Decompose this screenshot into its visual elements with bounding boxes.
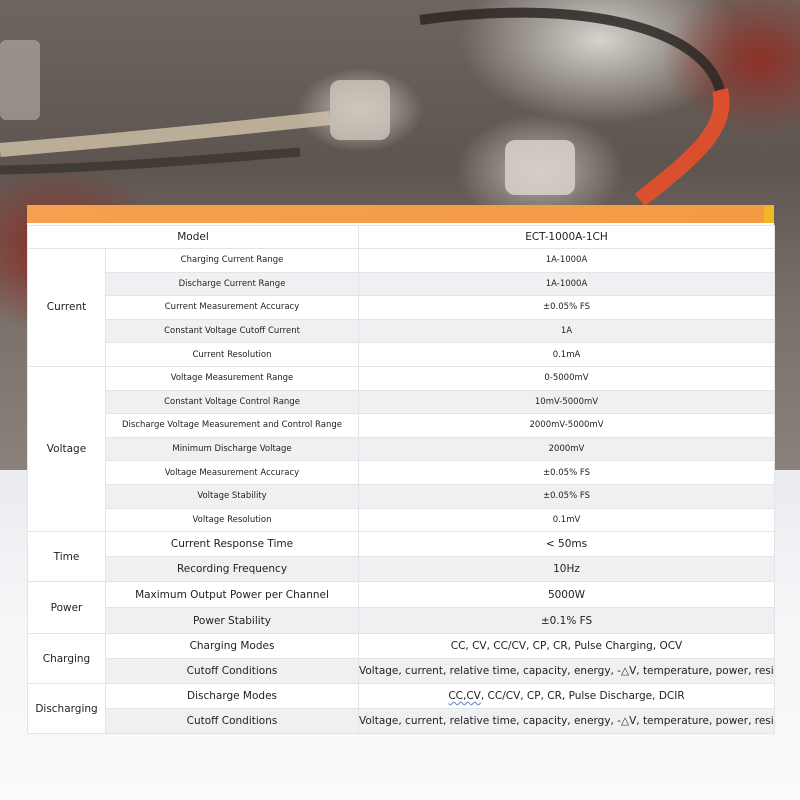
category-power: Power <box>27 581 106 635</box>
param-value: CC,CV, CC/CV, CP, CR, Pulse Discharge, D… <box>358 683 775 710</box>
table-row: Minimum Discharge Voltage 2000mV <box>28 436 775 462</box>
spellcheck-underlined-text: CC,CV <box>448 690 481 703</box>
category-charging: Charging <box>27 633 106 685</box>
param-value: Voltage, current, relative time, capacit… <box>358 708 775 735</box>
param-label: Cutoff Conditions <box>105 658 359 685</box>
param-value: Voltage, current, relative time, capacit… <box>358 658 775 685</box>
table-row: Voltage Stability ±0.05% FS <box>28 483 775 509</box>
table-row: Time Current Response Time < 50ms <box>27 531 775 583</box>
param-value: 2000mV <box>358 436 775 462</box>
table-row: Current Measurement Accuracy ±0.05% FS <box>28 295 775 320</box>
param-value: 2000mV-5000mV <box>358 413 775 438</box>
category-discharging: Discharging <box>27 683 106 735</box>
param-label: Current Resolution <box>105 342 359 367</box>
spec-card: Model ECT-1000A-1CH Current Charging Cur… <box>27 205 775 735</box>
table-row: Discharge Voltage Measurement and Contro… <box>28 413 775 438</box>
param-value: 0-5000mV <box>358 365 775 391</box>
accent-tab <box>764 205 774 223</box>
param-label: Charging Current Range <box>105 248 359 273</box>
param-label: Cutoff Conditions <box>105 708 359 735</box>
param-value: 1A <box>358 318 775 344</box>
table-header-row: Model ECT-1000A-1CH <box>27 225 775 249</box>
param-value: ±0.05% FS <box>358 460 775 485</box>
category-voltage: Voltage <box>27 365 106 533</box>
param-value: 1A-1000A <box>358 271 775 297</box>
param-value: < 50ms <box>358 531 775 558</box>
table-row: Cutoff Conditions Voltage, current, rela… <box>28 708 775 735</box>
title-accent-bar <box>27 205 774 223</box>
param-label: Charging Modes <box>105 633 359 660</box>
param-value: 5000W <box>358 581 775 609</box>
table-row: Discharging Discharge Modes CC,CV, CC/CV… <box>27 683 775 735</box>
spec-table: Model ECT-1000A-1CH Current Charging Cur… <box>27 225 775 735</box>
param-label: Current Measurement Accuracy <box>105 295 359 320</box>
table-row: Constant Voltage Control Range 10mV-5000… <box>28 389 775 415</box>
param-label: Current Response Time <box>105 531 359 558</box>
table-row: Charging Charging Modes CC, CV, CC/CV, C… <box>27 633 775 685</box>
param-label: Voltage Resolution <box>105 507 359 533</box>
table-row: Power Maximum Output Power per Channel 5… <box>27 581 775 635</box>
table-row: Voltage Voltage Measurement Range 0-5000… <box>27 365 775 533</box>
param-value: CC, CV, CC/CV, CP, CR, Pulse Charging, O… <box>358 633 775 660</box>
table-row: Cutoff Conditions Voltage, current, rela… <box>28 658 775 685</box>
table-row: Power Stability ±0.1% FS <box>28 607 775 635</box>
param-value: ±0.05% FS <box>358 483 775 509</box>
param-value: 1A-1000A <box>358 248 775 273</box>
param-label: Power Stability <box>105 607 359 635</box>
param-label: Discharge Current Range <box>105 271 359 297</box>
param-label: Maximum Output Power per Channel <box>105 581 359 609</box>
param-value: 0.1mA <box>358 342 775 367</box>
table-row: Recording Frequency 10Hz <box>28 556 775 583</box>
category-time: Time <box>27 531 106 583</box>
table-row: Constant Voltage Cutoff Current 1A <box>28 318 775 344</box>
table-row: Voltage Resolution 0.1mV <box>28 507 775 533</box>
param-value-rest: , CC/CV, CP, CR, Pulse Discharge, DCIR <box>480 690 685 703</box>
table-row: Current Charging Current Range 1A-1000A <box>27 248 775 367</box>
header-label: Model <box>27 225 359 249</box>
param-label: Voltage Measurement Accuracy <box>105 460 359 485</box>
param-label: Constant Voltage Control Range <box>105 389 359 415</box>
header-model-value: ECT-1000A-1CH <box>358 225 775 249</box>
param-value: 10mV-5000mV <box>358 389 775 415</box>
table-row: Voltage Measurement Accuracy ±0.05% FS <box>28 460 775 485</box>
category-current: Current <box>27 248 106 367</box>
param-label: Discharge Modes <box>105 683 359 710</box>
table-row: Current Resolution 0.1mA <box>28 342 775 367</box>
param-label: Minimum Discharge Voltage <box>105 436 359 462</box>
param-value: ±0.05% FS <box>358 295 775 320</box>
param-label: Recording Frequency <box>105 556 359 583</box>
param-label: Voltage Stability <box>105 483 359 509</box>
param-value: ±0.1% FS <box>358 607 775 635</box>
param-value: 10Hz <box>358 556 775 583</box>
param-value: 0.1mV <box>358 507 775 533</box>
param-label: Constant Voltage Cutoff Current <box>105 318 359 344</box>
table-row: Discharge Current Range 1A-1000A <box>28 271 775 297</box>
param-label: Voltage Measurement Range <box>105 365 359 391</box>
param-label: Discharge Voltage Measurement and Contro… <box>105 413 359 438</box>
